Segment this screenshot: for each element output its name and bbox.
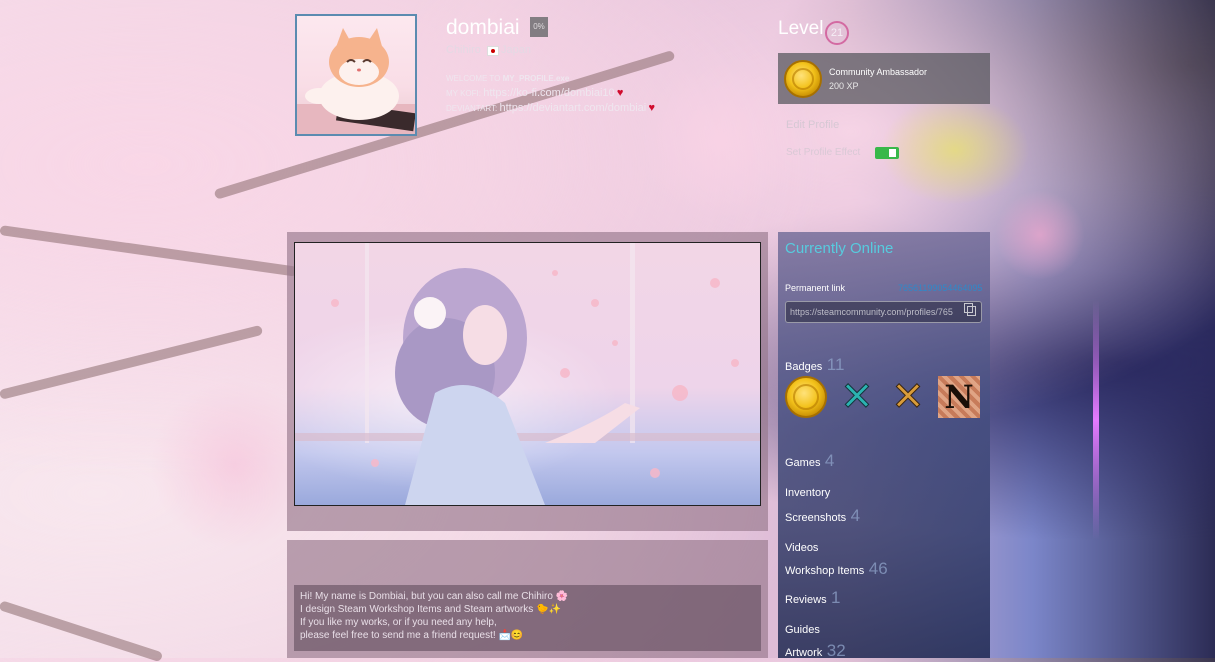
- nav-screenshots-label: Screenshots: [785, 512, 847, 524]
- nav-videos-label: Videos: [785, 542, 819, 554]
- about-line: please feel free to send me a friend req…: [300, 630, 524, 641]
- about-line: I design Steam Workshop Items and Steam …: [300, 604, 561, 615]
- summary-line1-prefix: WELCOME TO: [446, 74, 503, 83]
- profile-effect-toggle-label: Set Profile Effect: [786, 147, 861, 158]
- nav-artwork-label: Artwork: [785, 647, 823, 659]
- background-light-streak: [1093, 300, 1099, 540]
- heart-icon: ♥: [648, 102, 656, 114]
- flag-icon: [487, 46, 499, 56]
- profile-avatar[interactable]: [295, 14, 417, 136]
- anime-girl-artwork: [295, 243, 760, 505]
- about-line: Hi! My name is Dombiai, but you can also…: [300, 591, 569, 602]
- summary-line2-prefix: MY KOFI:: [446, 89, 484, 98]
- heart-icon: ♥: [616, 87, 624, 99]
- x-badge-teal-icon[interactable]: ✕: [836, 376, 878, 419]
- favorite-badge-name: Community Ambassador: [829, 67, 928, 77]
- about-line: If you like my works, or if you need any…: [300, 617, 497, 628]
- online-status: Currently Online: [785, 240, 894, 257]
- nav-workshop-count: 46: [868, 559, 888, 578]
- nav-reviews-label: Reviews: [785, 594, 827, 606]
- background-blossom: [640, 60, 800, 220]
- n-badge-icon[interactable]: N: [938, 376, 980, 418]
- level-value[interactable]: 21: [825, 21, 849, 45]
- real-name: Chihiro: [446, 44, 481, 56]
- nav-inventory-label: Inventory: [785, 487, 831, 499]
- nav-guides-label: Guides: [785, 624, 820, 636]
- favorite-badge-xp: 200 XP: [829, 81, 859, 91]
- showcase-artwork-image[interactable]: [294, 242, 761, 506]
- coin-badge-icon: [784, 60, 822, 98]
- nav-games-count: 4: [824, 451, 835, 470]
- nav-videos[interactable]: Videos: [785, 538, 818, 556]
- nav-artwork-count: 32: [826, 641, 846, 660]
- nav-screenshots[interactable]: Screenshots 4: [785, 506, 860, 526]
- background-branch: [0, 225, 298, 277]
- background-blossom: [995, 190, 1085, 280]
- summary-line3-prefix: DEVIANTART:: [446, 104, 500, 113]
- country-name: Japan: [501, 44, 531, 56]
- badges-count: 11: [826, 355, 845, 374]
- deviantart-link[interactable]: https://deviantart.com/dombiai: [500, 102, 647, 114]
- cat-avatar-image: [297, 28, 415, 134]
- profile-summary-box: Hi! My name is Dombiai, but you can also…: [294, 585, 761, 651]
- nav-reviews[interactable]: Reviews 1: [785, 588, 841, 608]
- nav-workshop-items[interactable]: Workshop Items 46: [785, 559, 888, 579]
- permanent-link-field[interactable]: https://steamcommunity.com/profiles/765: [785, 301, 982, 323]
- background-blossom: [880, 95, 1030, 205]
- nav-inventory[interactable]: Inventory: [785, 483, 830, 501]
- nav-workshop-label: Workshop Items: [785, 565, 865, 577]
- nav-games-label: Games: [785, 457, 821, 469]
- profile-summary: WELCOME TO MY_PROFILE.exe MY KOFI: https…: [446, 72, 655, 116]
- x-badge-gold-icon[interactable]: ✕: [887, 376, 929, 419]
- copy-icon[interactable]: [964, 303, 976, 316]
- profile-effect-toggle[interactable]: [875, 147, 899, 159]
- persona-name: dombiai: [446, 16, 520, 39]
- permanent-link-label: Permanent link: [785, 283, 846, 293]
- level-label: Level: [778, 18, 824, 39]
- badges-label: Badges: [785, 361, 823, 373]
- persona-badge: 0%: [530, 17, 548, 37]
- coin-badge-icon[interactable]: [785, 376, 827, 418]
- nav-games[interactable]: Games 4: [785, 451, 834, 471]
- badges-header[interactable]: Badges 11: [785, 355, 844, 375]
- nav-artwork[interactable]: Artwork 32: [785, 641, 846, 661]
- kofi-link[interactable]: https://ko-fi.com/dombiai10: [483, 87, 614, 99]
- permanent-link-id[interactable]: 76561199054464095: [898, 283, 982, 293]
- summary-line1-title: MY_PROFILE.exe: [502, 74, 570, 83]
- nav-guides[interactable]: Guides: [785, 620, 820, 638]
- nav-reviews-count: 1: [831, 588, 841, 607]
- edit-profile-link[interactable]: Edit Profile: [786, 119, 839, 131]
- background-branch: [0, 600, 164, 662]
- nav-screenshots-count: 4: [850, 506, 861, 525]
